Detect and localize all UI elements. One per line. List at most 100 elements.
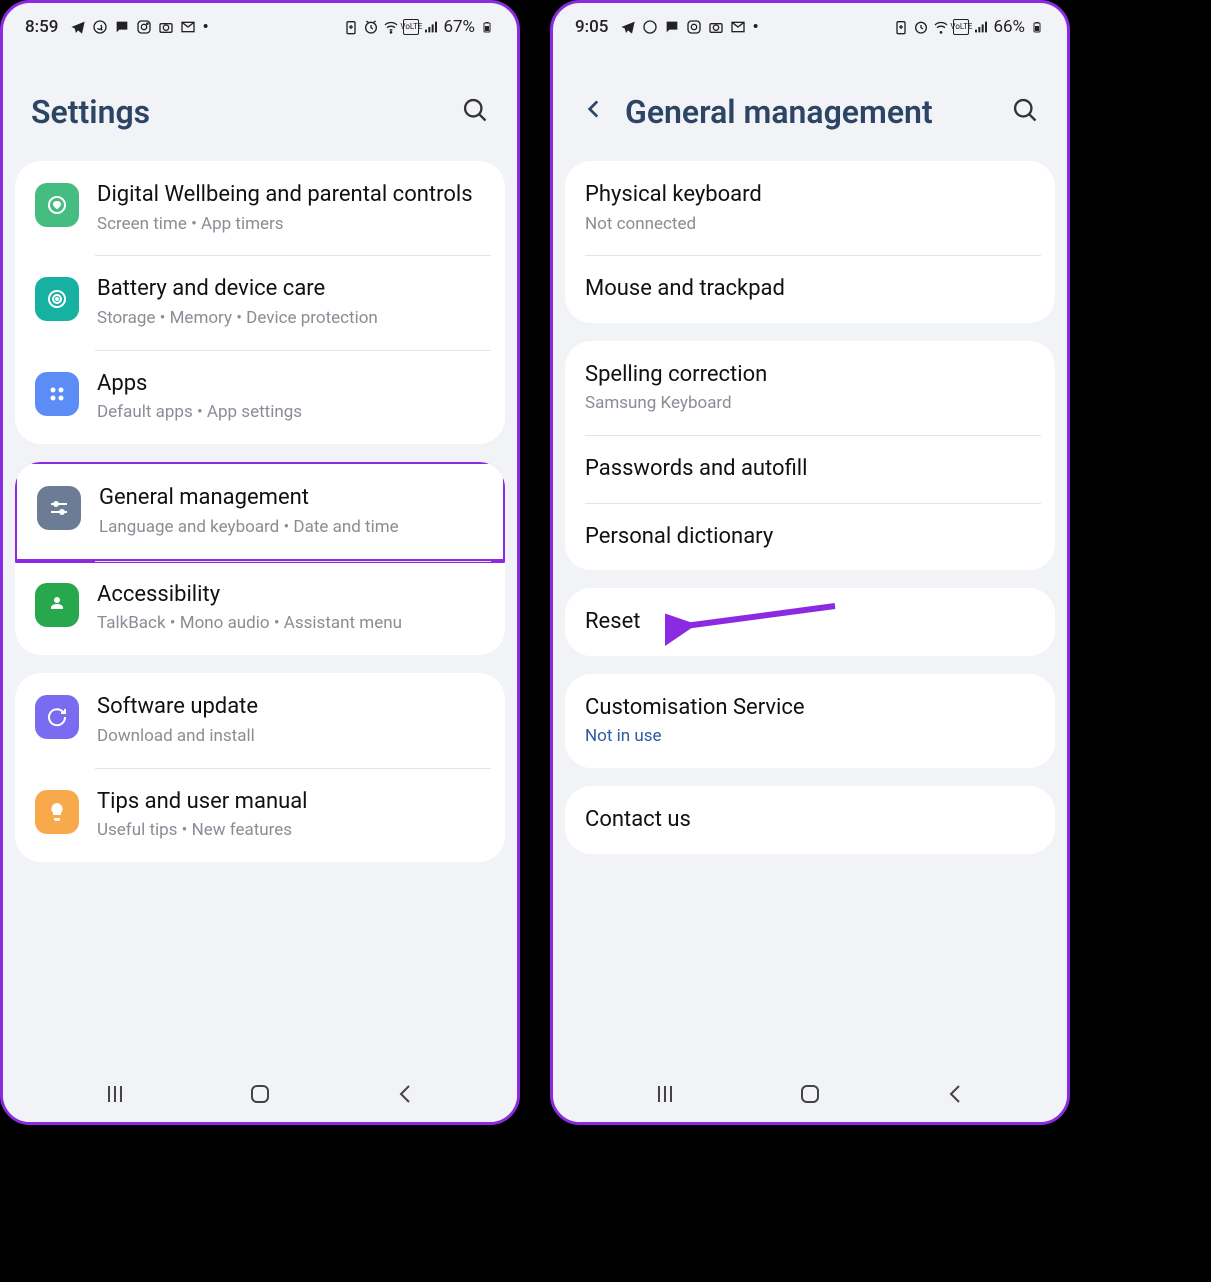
row-subtitle: Useful tips • New features: [97, 819, 485, 842]
settings-row[interactable]: Personal dictionary: [565, 503, 1055, 571]
gmail-icon: [730, 19, 746, 35]
row-subtitle: Storage • Memory • Device protection: [97, 307, 485, 330]
settings-row[interactable]: Software update Download and install: [15, 673, 505, 767]
dots-icon: [35, 372, 79, 416]
telegram-icon: [620, 19, 636, 35]
settings-row[interactable]: Tips and user manual Useful tips • New fe…: [15, 768, 505, 862]
status-time: 8:59: [25, 17, 58, 37]
settings-row[interactable]: General management Language and keyboard …: [15, 462, 505, 562]
row-title: Passwords and autofill: [585, 455, 1035, 483]
row-title: General management: [99, 484, 483, 512]
camera-icon: [708, 19, 724, 35]
alarm-icon: [913, 19, 929, 35]
wifi-icon: [933, 19, 949, 35]
header: Settings: [3, 43, 517, 161]
settings-row[interactable]: Battery and device care Storage • Memory …: [15, 255, 505, 349]
battery-percent: 67%: [443, 17, 475, 37]
sliders-icon: [37, 486, 81, 530]
row-subtitle: Language and keyboard • Date and time: [99, 516, 483, 539]
row-title: Personal dictionary: [585, 523, 1035, 551]
settings-card: Contact us: [565, 786, 1055, 854]
alarm-icon: [363, 19, 379, 35]
wifi-icon: [383, 19, 399, 35]
row-title: Reset: [585, 608, 1035, 636]
settings-card: Software update Download and install Tips …: [15, 673, 505, 862]
settings-row[interactable]: Accessibility TalkBack • Mono audio • Ass…: [15, 561, 505, 655]
home-button[interactable]: [247, 1081, 273, 1107]
page-title: Settings: [31, 93, 150, 131]
row-title: Mouse and trackpad: [585, 275, 1035, 303]
home-button[interactable]: [797, 1081, 823, 1107]
signal-icon: [973, 19, 989, 35]
whatsapp-icon: [92, 19, 108, 35]
general-management-list[interactable]: Physical keyboard Not connected Mouse and …: [553, 161, 1067, 1066]
recents-button[interactable]: [102, 1081, 128, 1107]
heart-icon: [35, 183, 79, 227]
row-subtitle: Not connected: [585, 213, 1035, 236]
row-title: Physical keyboard: [585, 181, 1035, 209]
volte-icon: VoLTE: [953, 19, 969, 35]
row-title: Tips and user manual: [97, 788, 485, 816]
row-title: Digital Wellbeing and parental controls: [97, 181, 485, 209]
row-subtitle: Samsung Keyboard: [585, 392, 1035, 415]
back-button[interactable]: [942, 1081, 968, 1107]
row-subtitle: Screen time • App timers: [97, 213, 485, 236]
status-time: 9:05: [575, 17, 608, 37]
settings-list[interactable]: Digital Wellbeing and parental controls S…: [3, 161, 517, 1066]
settings-row[interactable]: Contact us: [565, 786, 1055, 854]
refresh-icon: [35, 695, 79, 739]
whatsapp-icon: [642, 19, 658, 35]
chat-icon: [664, 19, 680, 35]
bulb-icon: [35, 790, 79, 834]
signal-icon: [423, 19, 439, 35]
row-title: Battery and device care: [97, 275, 485, 303]
gmail-icon: [180, 19, 196, 35]
row-subtitle: TalkBack • Mono audio • Assistant menu: [97, 612, 485, 635]
row-subtitle: Not in use: [585, 725, 1035, 748]
nav-bar: [3, 1066, 517, 1122]
row-title: Contact us: [585, 806, 1035, 834]
settings-card: General management Language and keyboard …: [15, 462, 505, 655]
page-title: General management: [625, 93, 933, 131]
battery-saver-icon: [893, 19, 909, 35]
settings-row[interactable]: Spelling correction Samsung Keyboard: [565, 341, 1055, 435]
search-icon[interactable]: [1011, 96, 1039, 128]
settings-row[interactable]: Mouse and trackpad: [565, 255, 1055, 323]
settings-row[interactable]: Customisation Service Not in use: [565, 674, 1055, 768]
person-icon: [35, 583, 79, 627]
phone-screen-settings: 8:59 • VoLTE 67% Settings Digital Wellbe…: [0, 0, 520, 1125]
battery-icon: [1029, 19, 1045, 35]
row-title: Customisation Service: [585, 694, 1035, 722]
settings-card: Customisation Service Not in use: [565, 674, 1055, 768]
back-icon[interactable]: [581, 96, 607, 129]
status-bar: 9:05 • VoLTE 66%: [553, 3, 1067, 43]
nav-bar: [553, 1066, 1067, 1122]
volte-icon: VoLTE: [403, 19, 419, 35]
back-button[interactable]: [392, 1081, 418, 1107]
row-title: Spelling correction: [585, 361, 1035, 389]
settings-card: Digital Wellbeing and parental controls S…: [15, 161, 505, 444]
instagram-icon: [136, 19, 152, 35]
row-subtitle: Download and install: [97, 725, 485, 748]
settings-row[interactable]: Digital Wellbeing and parental controls S…: [15, 161, 505, 255]
search-icon[interactable]: [461, 96, 489, 128]
row-title: Accessibility: [97, 581, 485, 609]
more-notifications-icon: •: [202, 17, 208, 37]
settings-row[interactable]: Passwords and autofill: [565, 435, 1055, 503]
camera-icon: [158, 19, 174, 35]
instagram-icon: [686, 19, 702, 35]
battery-saver-icon: [343, 19, 359, 35]
battery-percent: 66%: [993, 17, 1025, 37]
battery-icon: [479, 19, 495, 35]
settings-row[interactable]: AppsDefault apps • App settings: [15, 350, 505, 444]
settings-card: Physical keyboard Not connected Mouse and …: [565, 161, 1055, 323]
chat-icon: [114, 19, 130, 35]
recents-button[interactable]: [652, 1081, 678, 1107]
settings-row[interactable]: Physical keyboard Not connected: [565, 161, 1055, 255]
target-icon: [35, 277, 79, 321]
row-title: Software update: [97, 693, 485, 721]
settings-row[interactable]: Reset: [565, 588, 1055, 656]
settings-card: Reset: [565, 588, 1055, 656]
header: General management: [553, 43, 1067, 161]
status-bar: 8:59 • VoLTE 67%: [3, 3, 517, 43]
